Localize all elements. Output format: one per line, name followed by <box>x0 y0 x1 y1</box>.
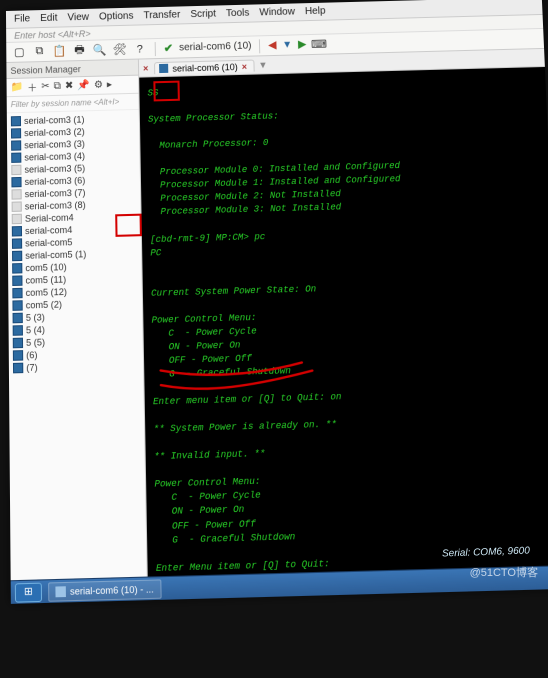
session-doc-icon <box>11 116 21 126</box>
history-forward-icon[interactable]: ▶ <box>298 39 306 50</box>
taskbar-label: serial-com6 (10) - ... <box>70 583 154 596</box>
session-tab-icon <box>159 64 168 73</box>
session-item-label: 5 (3) <box>26 312 45 323</box>
connected-check-icon: ✔ <box>164 42 173 55</box>
session-doc-icon <box>12 288 22 299</box>
session-doc-icon <box>11 153 21 163</box>
terminal-output[interactable]: SS System Processor Status: Monarch Proc… <box>139 67 548 577</box>
menu-script[interactable]: Script <box>190 9 216 21</box>
settings-icon[interactable]: 🛠 <box>113 42 127 56</box>
delete-icon[interactable]: ✖ <box>65 80 74 91</box>
find-icon[interactable]: 🔍 <box>92 43 106 57</box>
session-doc-icon <box>12 251 22 262</box>
new-session-icon[interactable]: ▢ <box>12 45 26 59</box>
session-doc-icon <box>12 238 22 249</box>
session-item-label: com5 (12) <box>26 287 67 298</box>
session-name-label: serial-com6 (10) <box>179 41 252 54</box>
menu-edit[interactable]: Edit <box>40 13 57 24</box>
session-manager-panel: Session Manager 📁 ＋ ✂ ⧉ ✖ 📌 ⚙ ▸ Filter b… <box>6 60 147 581</box>
session-item-label: serial-com5 <box>25 237 72 249</box>
session-item-label: Serial-com4 <box>25 212 74 224</box>
paste-icon[interactable]: 📋 <box>52 44 66 58</box>
tab-add-icon[interactable]: ▾ <box>260 58 266 71</box>
terminal-text: SS System Processor Status: Monarch Proc… <box>147 77 548 576</box>
session-doc-icon <box>12 300 22 311</box>
session-doc-icon <box>12 226 22 237</box>
session-doc-icon <box>12 214 22 225</box>
session-item-label: 5 (4) <box>26 325 45 336</box>
taskbar-session-button[interactable]: serial-com6 (10) - ... <box>48 579 161 601</box>
session-doc-icon <box>11 140 21 150</box>
menu-options[interactable]: Options <box>99 11 134 23</box>
session-doc-icon <box>12 263 22 274</box>
toolbar-separator <box>155 42 156 56</box>
session-item-label: serial-com3 (8) <box>25 200 86 212</box>
session-item-label: serial-com3 (6) <box>25 175 86 187</box>
session-doc-icon <box>11 177 21 187</box>
tab-close-icon[interactable]: × <box>242 61 248 71</box>
menu-view[interactable]: View <box>67 12 89 24</box>
scissors-icon[interactable]: ✂ <box>41 81 50 92</box>
windows-logo-icon: ⊞ <box>24 586 33 598</box>
session-doc-icon <box>13 338 23 349</box>
session-item-label: serial-com3 (2) <box>24 126 85 138</box>
session-item-label: com5 (10) <box>25 262 66 273</box>
toolbar-separator <box>259 39 260 53</box>
menu-file[interactable]: File <box>14 13 30 24</box>
session-doc-icon <box>13 363 23 374</box>
gear-icon[interactable]: ⚙ <box>94 80 103 91</box>
session-item-label: 5 (5) <box>26 337 45 348</box>
menu-help[interactable]: Help <box>305 6 326 18</box>
print-icon[interactable]: 🖶 <box>72 43 86 57</box>
session-item-label: serial-com4 <box>25 225 72 237</box>
session-item-label: serial-com5 (1) <box>25 249 86 261</box>
copy-icon[interactable]: ⧉ <box>54 81 61 92</box>
close-all-icon[interactable]: × <box>143 63 148 73</box>
session-item-label: serial-com3 (1) <box>24 114 85 126</box>
history-down-icon[interactable]: ▼ <box>282 39 292 50</box>
session-item-label: (6) <box>26 350 37 361</box>
session-item-label: com5 (11) <box>25 274 66 285</box>
session-item-label: serial-com3 (5) <box>24 163 85 175</box>
start-button[interactable]: ⊞ <box>15 582 42 602</box>
session-item-label: serial-com3 (3) <box>24 139 85 151</box>
session-doc-icon <box>11 128 21 138</box>
session-doc-icon <box>13 313 23 324</box>
folder-icon[interactable]: 📁 <box>11 82 24 93</box>
session-doc-icon <box>11 165 21 175</box>
session-doc-icon <box>13 350 23 361</box>
tab-serial-com6[interactable]: serial-com6 (10) × <box>154 59 254 74</box>
taskbar-app-icon <box>55 586 66 597</box>
session-doc-icon <box>11 189 21 199</box>
plus-icon[interactable]: ＋ <box>27 79 37 94</box>
app-window: File Edit View Options Transfer Script T… <box>6 0 548 604</box>
session-item-label: com5 (2) <box>26 299 62 310</box>
session-item-label: (7) <box>26 362 37 373</box>
session-doc-icon <box>12 275 22 286</box>
keyboard-icon[interactable]: ⌨ <box>312 37 326 51</box>
session-doc-icon <box>13 325 23 336</box>
session-item-label: serial-com3 (4) <box>24 151 85 163</box>
help-icon[interactable]: ? <box>133 42 147 56</box>
session-doc-icon <box>12 201 22 211</box>
copy-icon[interactable]: ⧉ <box>32 44 46 58</box>
session-tree: serial-com3 (1)serial-com3 (2)serial-com… <box>7 110 147 580</box>
menu-transfer[interactable]: Transfer <box>143 9 180 21</box>
chevron-right-icon[interactable]: ▸ <box>107 79 112 90</box>
session-tree-item[interactable]: (7) <box>9 358 143 374</box>
history-back-icon[interactable]: ◀ <box>268 40 276 51</box>
pin-icon[interactable]: 📌 <box>77 80 90 91</box>
menu-tools[interactable]: Tools <box>226 8 250 20</box>
watermark: @51CTO博客 <box>470 564 538 580</box>
session-item-label: serial-com3 (7) <box>25 187 86 199</box>
tab-label: serial-com6 (10) <box>172 61 238 73</box>
menu-window[interactable]: Window <box>259 6 295 18</box>
